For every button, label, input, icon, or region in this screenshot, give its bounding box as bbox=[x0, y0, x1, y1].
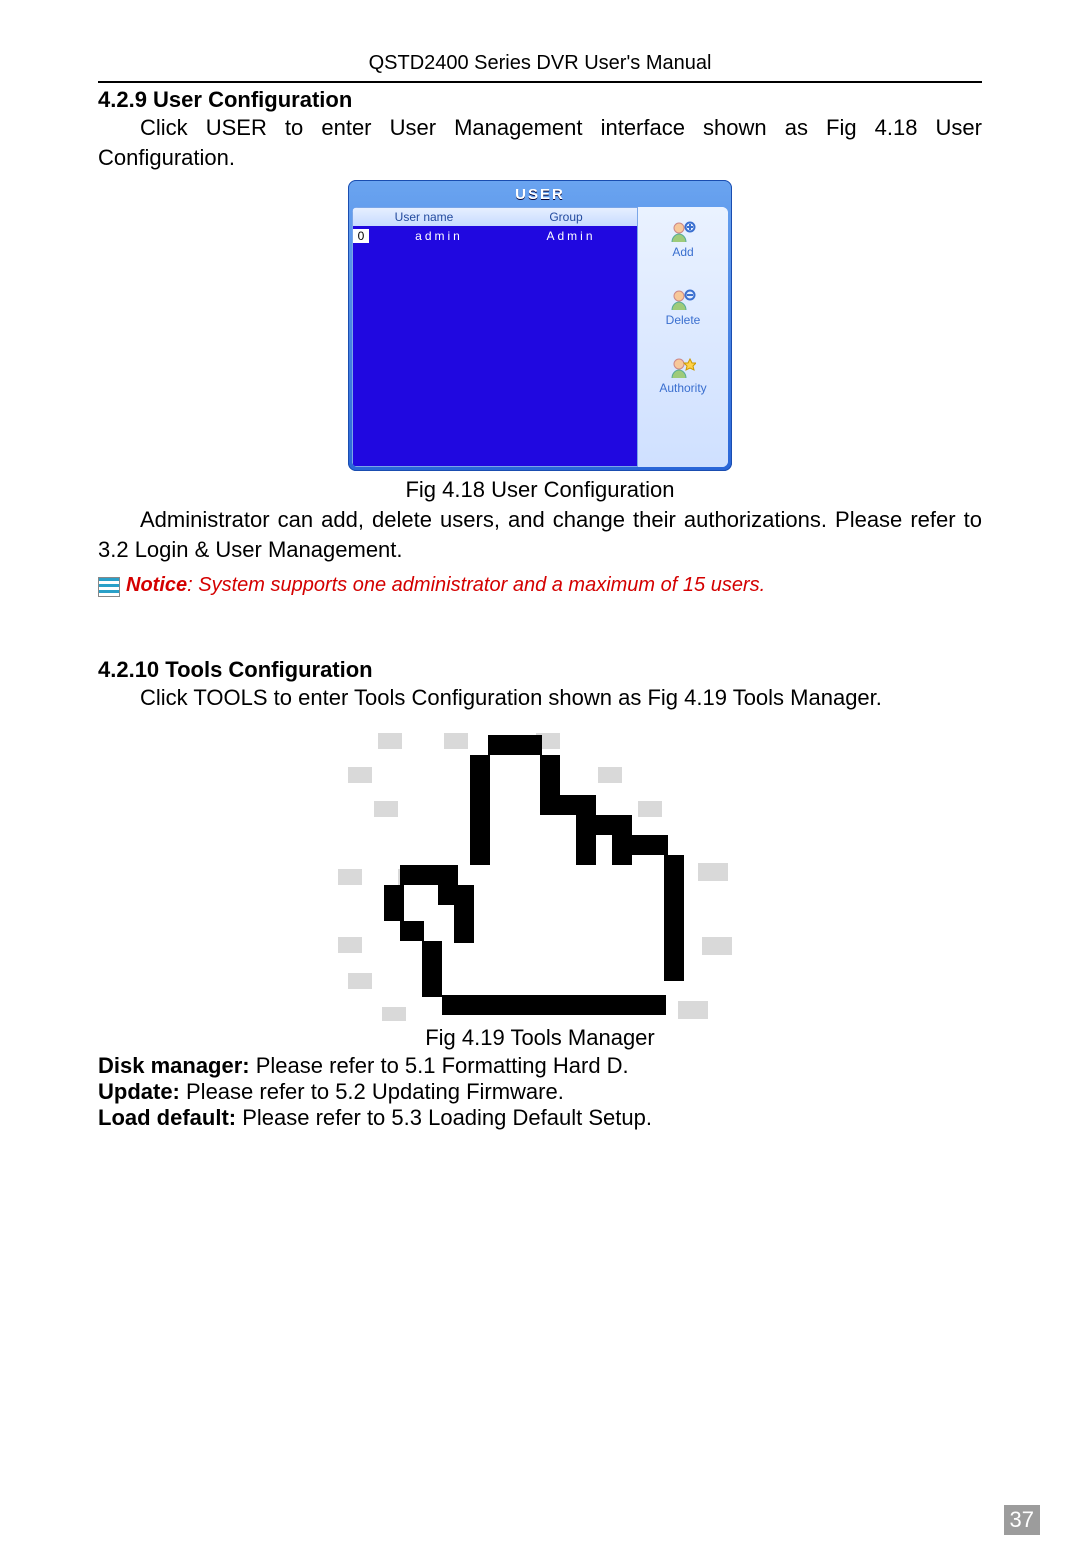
tool-disk-label: Disk manager: bbox=[98, 1053, 250, 1078]
notice: Notice: System supports one administrato… bbox=[98, 574, 982, 597]
tools-manager-figure bbox=[338, 723, 742, 1023]
authority-button[interactable]: Authority bbox=[642, 357, 724, 395]
user-row-name: admin bbox=[373, 229, 505, 243]
tool-load-text: Please refer to 5.3 Loading Default Setu… bbox=[236, 1105, 652, 1130]
add-user-icon bbox=[642, 221, 724, 243]
user-dialog: USER User name Group 0 admin Admin bbox=[348, 180, 732, 471]
section-4-2-9-intro: Click USER to enter User Management inte… bbox=[98, 113, 982, 172]
user-row-group: Admin bbox=[505, 229, 637, 243]
col-group: Group bbox=[495, 210, 637, 224]
user-dialog-title: USER bbox=[352, 184, 728, 207]
section-4-2-9-title: 4.2.9 User Configuration bbox=[98, 87, 982, 113]
tool-update-label: Update: bbox=[98, 1079, 180, 1104]
fig-4-19-caption: Fig 4.19 Tools Manager bbox=[98, 1023, 982, 1053]
tool-load-default: Load default: Please refer to 5.3 Loadin… bbox=[98, 1105, 982, 1131]
delete-button[interactable]: Delete bbox=[642, 289, 724, 327]
authority-icon bbox=[642, 357, 724, 379]
tool-update-text: Please refer to 5.2 Updating Firmware. bbox=[180, 1079, 564, 1104]
tool-disk-text: Please refer to 5.1 Formatting Hard D. bbox=[250, 1053, 629, 1078]
section-4-2-10-intro: Click TOOLS to enter Tools Configuration… bbox=[98, 683, 982, 713]
notice-text: : System supports one administrator and … bbox=[187, 574, 765, 596]
notice-label: Notice bbox=[126, 574, 187, 596]
user-row[interactable]: 0 admin Admin bbox=[353, 226, 637, 246]
notice-icon bbox=[98, 577, 120, 597]
tool-disk-manager: Disk manager: Please refer to 5.1 Format… bbox=[98, 1053, 982, 1079]
user-row-index: 0 bbox=[353, 229, 369, 243]
fig-4-18-caption: Fig 4.18 User Configuration bbox=[98, 475, 982, 505]
user-side-buttons: Add Delete bbox=[638, 207, 728, 467]
user-list-header: User name Group bbox=[353, 208, 637, 226]
manual-title: QSTD2400 Series DVR User's Manual bbox=[98, 52, 982, 75]
section-4-2-9-after: Administrator can add, delete users, and… bbox=[98, 505, 982, 564]
add-button-label: Add bbox=[672, 245, 693, 259]
add-button[interactable]: Add bbox=[642, 221, 724, 259]
delete-user-icon bbox=[642, 289, 724, 311]
tool-load-label: Load default: bbox=[98, 1105, 236, 1130]
section-4-2-10-title: 4.2.10 Tools Configuration bbox=[98, 657, 982, 683]
authority-button-label: Authority bbox=[659, 381, 706, 395]
user-list: User name Group 0 admin Admin bbox=[352, 207, 638, 467]
header-rule bbox=[98, 81, 982, 83]
col-username: User name bbox=[353, 210, 495, 224]
page-number: 37 bbox=[1004, 1505, 1040, 1535]
delete-button-label: Delete bbox=[666, 313, 701, 327]
tool-update: Update: Please refer to 5.2 Updating Fir… bbox=[98, 1079, 982, 1105]
